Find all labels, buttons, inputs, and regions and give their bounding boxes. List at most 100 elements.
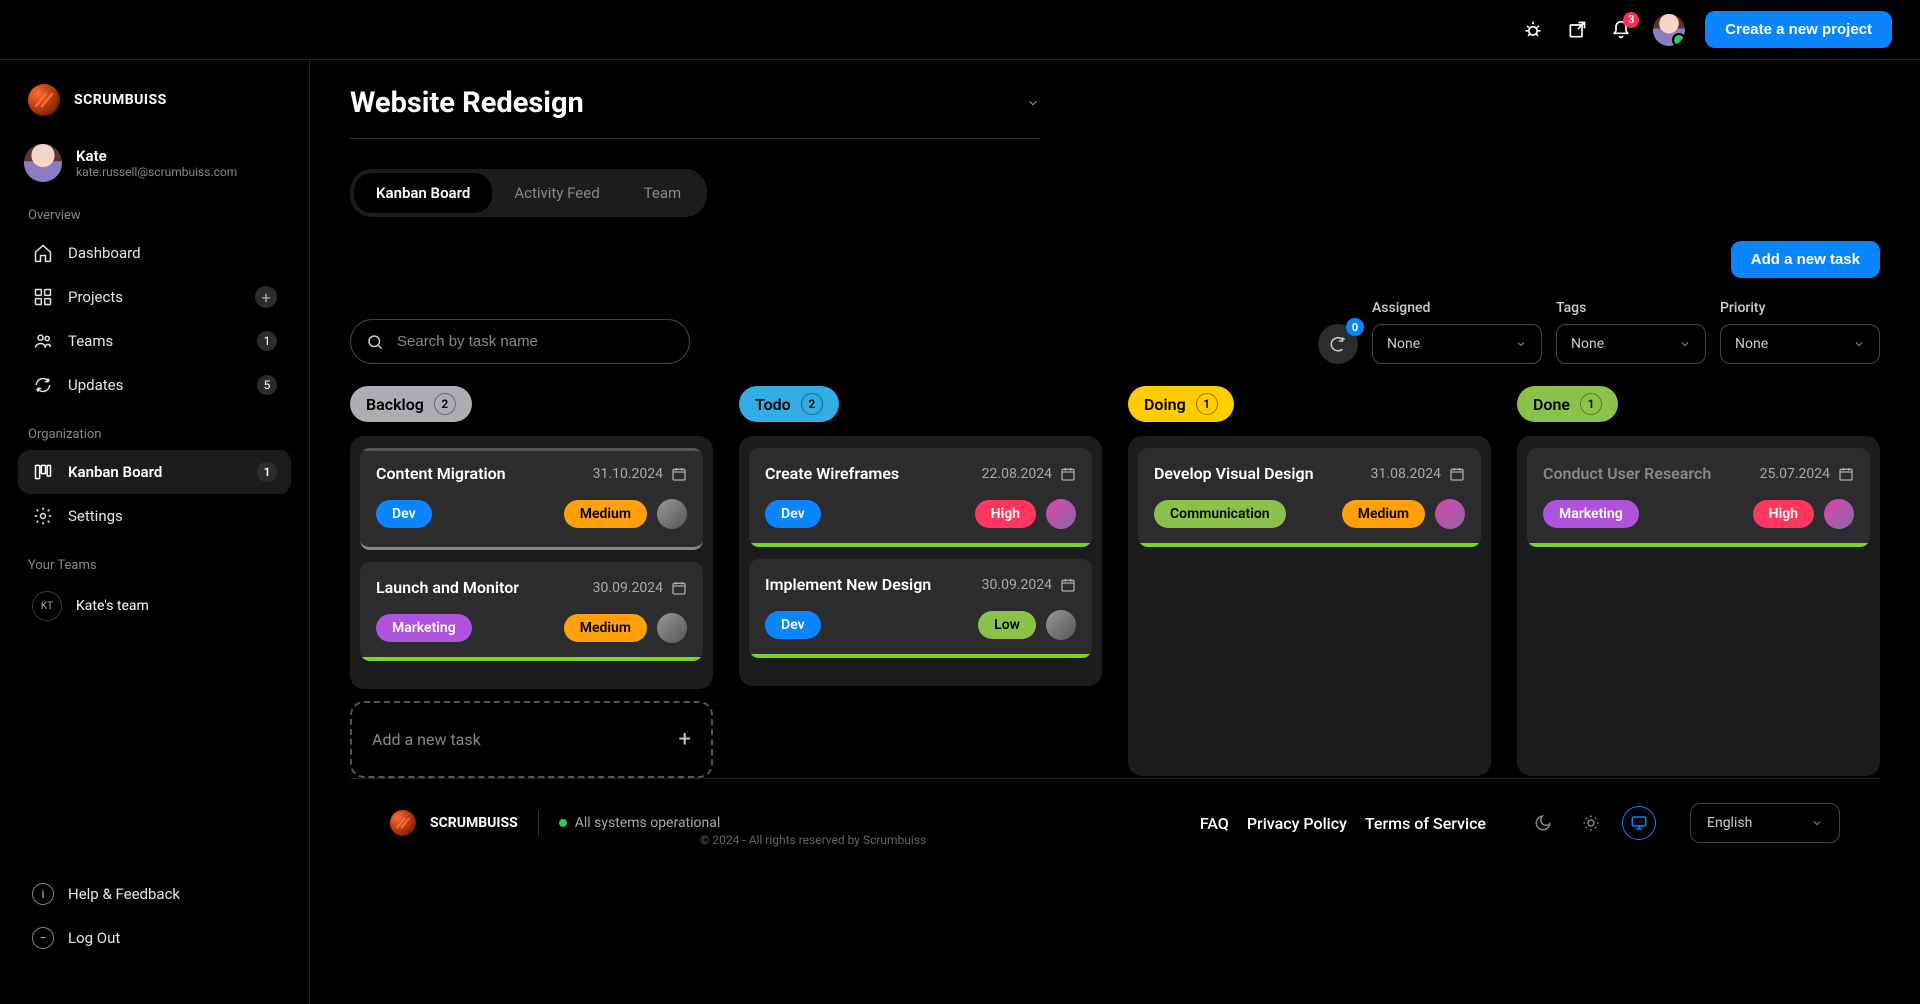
priority-pill: High	[1753, 500, 1814, 528]
task-date: 25.07.2024	[1760, 466, 1854, 482]
tag-pill: Marketing	[1543, 500, 1639, 528]
tab-kanban[interactable]: Kanban Board	[354, 173, 492, 213]
footer-terms[interactable]: Terms of Service	[1365, 814, 1486, 833]
chevron-down-icon[interactable]	[1026, 96, 1040, 110]
user-avatar[interactable]	[1653, 14, 1685, 46]
tabs: Kanban Board Activity Feed Team	[350, 169, 707, 217]
footer-faq[interactable]: FAQ	[1200, 814, 1229, 833]
sidebar: SCRUMBUISS Kate kate.russell@scrumbuiss.…	[0, 60, 310, 1004]
tag-pill: Communication	[1154, 500, 1286, 528]
main: Website Redesign Kanban Board Activity F…	[310, 60, 1920, 1004]
priority-pill: Medium	[564, 614, 647, 642]
column-header-backlog[interactable]: Backlog 2	[350, 386, 472, 422]
brand-name: SCRUMBUISS	[74, 92, 167, 108]
footer-privacy[interactable]: Privacy Policy	[1247, 814, 1347, 833]
assignee-avatar	[657, 613, 687, 643]
share-icon[interactable]	[1565, 18, 1589, 42]
language-select[interactable]: English	[1690, 803, 1840, 843]
refresh-button[interactable]: 0	[1318, 324, 1358, 364]
grid-icon	[32, 286, 54, 308]
logout-icon: −	[32, 927, 54, 949]
column-done: Done 1 Conduct User Research 25.07.2024 …	[1517, 386, 1880, 776]
team-item[interactable]: KT Kate's team	[18, 581, 291, 631]
footer: SCRUMBUISS All systems operational FAQ P…	[350, 778, 1880, 867]
add-task-card[interactable]: Add a new task +	[350, 701, 713, 778]
tag-pill: Dev	[765, 500, 821, 528]
bell-icon[interactable]: 3	[1609, 18, 1633, 42]
topbar: 3 Create a new project	[0, 0, 1920, 60]
bug-icon[interactable]	[1521, 18, 1545, 42]
notification-badge: 3	[1623, 12, 1639, 28]
task-card[interactable]: Launch and Monitor 30.09.2024 Marketing …	[360, 562, 703, 661]
task-title: Content Migration	[376, 464, 506, 483]
task-date: 31.08.2024	[1371, 466, 1465, 482]
assignee-avatar	[657, 499, 687, 529]
task-card[interactable]: Content Migration 31.10.2024 Dev Medium	[360, 448, 703, 550]
status: All systems operational	[559, 815, 721, 831]
task-date: 22.08.2024	[982, 466, 1076, 482]
nav-dashboard[interactable]: Dashboard	[18, 231, 291, 275]
search-icon	[366, 333, 384, 351]
task-card[interactable]: Develop Visual Design 31.08.2024 Communi…	[1138, 448, 1481, 547]
nav-teams[interactable]: Teams 1	[18, 319, 291, 363]
task-date: 30.09.2024	[982, 577, 1076, 593]
task-card[interactable]: Create Wireframes 22.08.2024 Dev High	[749, 448, 1092, 547]
nav-help[interactable]: i Help & Feedback	[18, 872, 291, 916]
nav-projects[interactable]: Projects +	[18, 275, 291, 319]
theme-light-icon[interactable]	[1574, 806, 1608, 840]
task-date: 30.09.2024	[593, 580, 687, 596]
kanban-columns: Backlog 2 Content Migration 31.10.2024 D…	[350, 386, 1880, 778]
column-header-todo[interactable]: Todo 2	[739, 386, 839, 422]
assignee-avatar	[1046, 610, 1076, 640]
user-email: kate.russell@scrumbuiss.com	[76, 165, 237, 179]
task-title: Conduct User Research	[1543, 464, 1711, 483]
updates-count: 5	[257, 375, 277, 395]
project-header[interactable]: Website Redesign	[350, 86, 1040, 139]
info-icon: i	[32, 883, 54, 905]
nav-kanban[interactable]: Kanban Board 1	[18, 450, 291, 494]
section-your-teams: Your Teams	[18, 558, 291, 573]
task-title: Develop Visual Design	[1154, 464, 1314, 483]
nav-settings[interactable]: Settings	[18, 494, 291, 538]
user-name: Kate	[76, 147, 237, 165]
tab-team[interactable]: Team	[622, 173, 704, 213]
brand[interactable]: SCRUMBUISS	[18, 84, 291, 116]
brand-logo	[28, 84, 60, 116]
priority-pill: High	[975, 500, 1036, 528]
project-title: Website Redesign	[350, 86, 1026, 120]
nav-updates[interactable]: Updates 5	[18, 363, 291, 407]
filter-priority-label: Priority	[1720, 300, 1880, 316]
priority-pill: Medium	[564, 500, 647, 528]
task-card[interactable]: Conduct User Research 25.07.2024 Marketi…	[1527, 448, 1870, 547]
teams-count: 1	[257, 331, 277, 351]
filter-tags[interactable]: None	[1556, 324, 1706, 364]
assignee-avatar	[1824, 499, 1854, 529]
kanban-count: 1	[257, 462, 277, 482]
add-task-button[interactable]: Add a new task	[1731, 241, 1880, 278]
filter-priority[interactable]: None	[1720, 324, 1880, 364]
refresh-badge: 0	[1346, 318, 1364, 336]
tag-pill: Dev	[765, 611, 821, 639]
footer-logo	[390, 810, 416, 836]
user-block[interactable]: Kate kate.russell@scrumbuiss.com	[18, 144, 291, 182]
section-overview: Overview	[18, 208, 291, 223]
task-card[interactable]: Implement New Design 30.09.2024 Dev Low	[749, 559, 1092, 658]
task-title: Create Wireframes	[765, 464, 899, 483]
column-header-doing[interactable]: Doing 1	[1128, 386, 1234, 422]
create-project-button[interactable]: Create a new project	[1705, 11, 1892, 48]
theme-system-icon[interactable]	[1622, 806, 1656, 840]
gear-icon	[32, 505, 54, 527]
assignee-avatar	[1046, 499, 1076, 529]
nav-logout[interactable]: − Log Out	[18, 916, 291, 960]
team-name: Kate's team	[76, 598, 149, 614]
search-input[interactable]	[350, 319, 690, 364]
theme-dark-icon[interactable]	[1526, 806, 1560, 840]
tag-pill: Marketing	[376, 614, 472, 642]
filter-tags-label: Tags	[1556, 300, 1706, 316]
kanban-icon	[32, 461, 54, 483]
filter-assigned[interactable]: None	[1372, 324, 1542, 364]
tab-activity[interactable]: Activity Feed	[492, 173, 621, 213]
column-header-done[interactable]: Done 1	[1517, 386, 1618, 422]
add-project-icon[interactable]: +	[255, 286, 277, 308]
plus-icon: +	[679, 727, 691, 752]
